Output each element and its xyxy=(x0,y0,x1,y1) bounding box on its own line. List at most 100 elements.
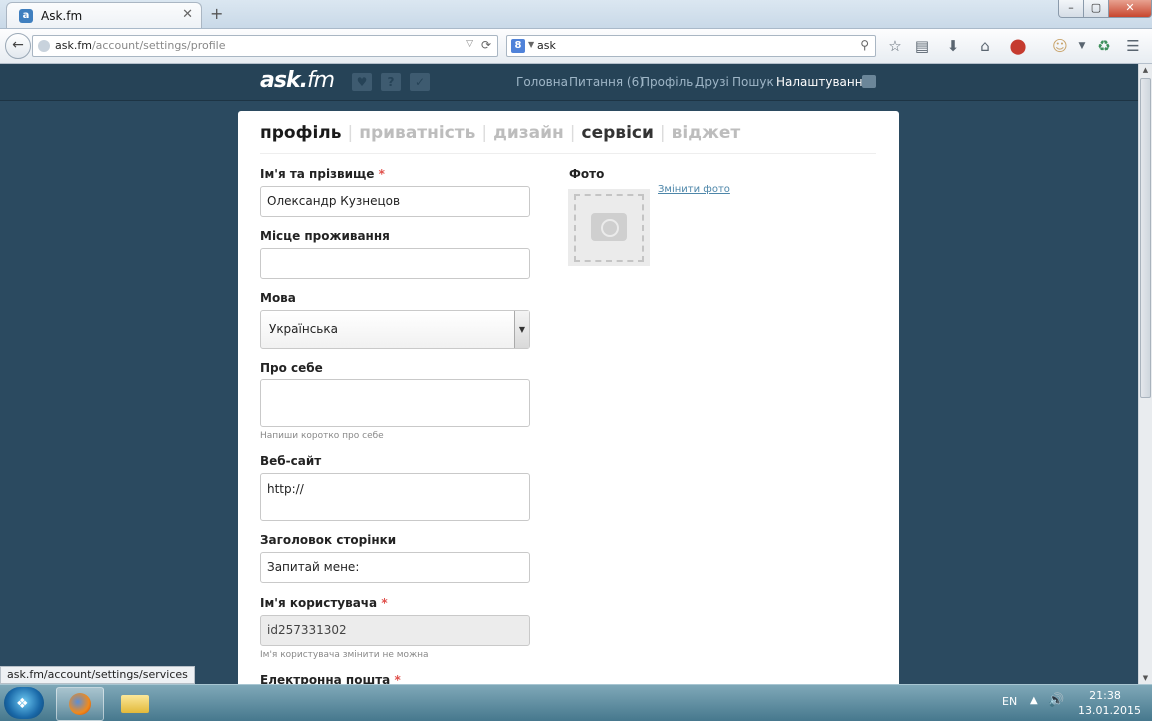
url-path: /account/settings/profile xyxy=(91,39,226,52)
change-photo-link[interactable]: Змінити фото xyxy=(658,184,730,195)
clock-date: 13.01.2015 xyxy=(1078,704,1141,717)
website-textarea[interactable]: http:// xyxy=(260,473,530,521)
nav-profile[interactable]: Профіль xyxy=(641,75,693,89)
url-host: ask.fm xyxy=(55,39,92,52)
tabs-divider xyxy=(260,153,876,154)
camera-lens xyxy=(601,219,619,237)
tray-expand-icon[interactable]: ▲ xyxy=(1030,695,1038,706)
search-input[interactable]: ask xyxy=(537,39,556,52)
download-icon[interactable]: ⬇ xyxy=(943,36,963,56)
back-icon[interactable]: ← xyxy=(5,33,31,59)
about-hint: Напиши коротко про себе xyxy=(260,431,384,441)
url-bar[interactable]: ask.fm/account/settings/profile ▽ ⟳ xyxy=(32,35,498,57)
search-engine-dropdown-icon[interactable]: ▼ xyxy=(528,40,534,49)
reading-list-icon[interactable]: ▤ xyxy=(912,36,932,56)
page-title-label: Заголовок сторінки xyxy=(260,533,397,547)
window-minimize-button[interactable]: – xyxy=(1058,0,1084,18)
tab-widget[interactable]: віджет xyxy=(672,123,741,143)
scroll-down-icon[interactable]: ▼ xyxy=(1140,674,1151,682)
windows-logo-icon: ❖ xyxy=(16,696,29,712)
url-text: ask.fm/account/settings/profile xyxy=(55,39,226,52)
tab-title: Ask.fm xyxy=(41,9,83,23)
site-header: ask.fm ♥ ? ✓ Головна Питання (6) Профіль… xyxy=(0,64,1138,101)
window-maximize-button[interactable]: ▢ xyxy=(1083,0,1109,18)
tray-clock[interactable]: 21:38 13.01.2015 xyxy=(1078,688,1141,718)
nav-home[interactable]: Головна xyxy=(516,75,568,89)
page-title-field[interactable]: Запитай мене: xyxy=(260,552,530,583)
adblock-icon[interactable]: ⬤ xyxy=(1008,36,1028,56)
reload-icon[interactable]: ⟳ xyxy=(481,38,491,52)
clock-time: 21:38 xyxy=(1089,689,1121,702)
tab-services[interactable]: сервіси xyxy=(582,123,654,143)
search-engine-icon[interactable]: 8 xyxy=(511,39,525,53)
about-label: Про себе xyxy=(260,361,323,375)
settings-tabs: профіль | приватність | дизайн | сервіси | відже… xyxy=(260,123,740,143)
globe-icon xyxy=(38,40,50,52)
website-label: Веб-сайт xyxy=(260,454,322,468)
scroll-thumb[interactable] xyxy=(1140,78,1151,398)
photo-label: Фото xyxy=(569,167,605,181)
browser-toolbar: ← ask.fm/account/settings/profile ▽ ⟳ 8 … xyxy=(0,29,1152,64)
tab-separator: | xyxy=(347,123,354,143)
sync-icon[interactable]: ♻ xyxy=(1094,36,1114,56)
avatar-placeholder xyxy=(574,194,644,262)
name-field[interactable]: Олександр Кузнецов xyxy=(260,186,530,217)
tab-separator: | xyxy=(659,123,666,143)
tab-profile[interactable]: профіль xyxy=(260,123,342,143)
url-dropdown-icon[interactable]: ▽ xyxy=(466,39,473,49)
location-label: Місце проживання xyxy=(260,229,390,243)
addon-dropdown-icon[interactable]: ▼ xyxy=(1072,36,1092,56)
tab-separator: | xyxy=(481,123,488,143)
web-page: ask.fm ♥ ? ✓ Головна Питання (6) Профіль… xyxy=(0,64,1138,684)
firefox-icon xyxy=(69,693,91,715)
chevron-down-icon[interactable]: ▼ xyxy=(514,311,529,348)
taskbar-explorer[interactable] xyxy=(112,687,158,719)
taskbar-firefox[interactable] xyxy=(56,687,104,721)
start-button[interactable]: ❖ xyxy=(4,687,44,719)
language-select[interactable]: Українська ▼ xyxy=(260,310,530,349)
avatar[interactable] xyxy=(568,189,650,266)
tab-close-icon[interactable]: ✕ xyxy=(182,7,193,22)
windows-taskbar: ❖ EN ▲ 🔊 21:38 13.01.2015 xyxy=(0,684,1152,721)
nav-questions[interactable]: Питання (6) xyxy=(569,75,644,89)
settings-card: профіль | приватність | дизайн | сервіси | відже… xyxy=(238,111,899,684)
camera-icon xyxy=(591,213,627,241)
tab-separator: | xyxy=(569,123,576,143)
scroll-up-icon[interactable]: ▲ xyxy=(1140,66,1151,74)
browser-tab-strip: a Ask.fm ✕ + – ▢ ✕ xyxy=(0,0,1152,29)
logout-icon[interactable] xyxy=(862,75,876,88)
username-label: Ім'я користувача * xyxy=(260,596,388,610)
username-field: id257331302 xyxy=(260,615,530,646)
nav-search[interactable]: Пошук xyxy=(732,75,774,89)
volume-icon[interactable]: 🔊 xyxy=(1048,693,1064,708)
folder-icon xyxy=(121,695,149,713)
questions-icon[interactable]: ? xyxy=(381,73,401,91)
nav-friends[interactable]: Друзі xyxy=(695,75,729,89)
new-tab-icon[interactable]: + xyxy=(210,4,223,23)
status-link-preview: ask.fm/account/settings/services xyxy=(0,666,195,684)
username-hint: Ім'я користувача змінити не можна xyxy=(260,650,429,660)
nav-settings[interactable]: Налаштування xyxy=(776,75,870,89)
askfm-favicon-icon: a xyxy=(19,9,33,23)
askfm-logo[interactable]: ask.fm xyxy=(260,68,335,93)
addon-icon[interactable]: ☺ xyxy=(1050,36,1070,56)
tab-privacy[interactable]: приватність xyxy=(359,123,475,143)
browser-tab[interactable]: a Ask.fm ✕ xyxy=(6,2,202,28)
email-label: Електронна пошта * xyxy=(260,673,401,684)
window-close-button[interactable]: ✕ xyxy=(1108,0,1152,18)
language-select-value: Українська xyxy=(269,322,338,336)
search-icon[interactable]: ⚲ xyxy=(860,38,869,52)
search-bar[interactable]: 8 ▼ ask ⚲ xyxy=(506,35,876,57)
keyboard-language[interactable]: EN xyxy=(1002,695,1017,708)
location-field[interactable] xyxy=(260,248,530,279)
menu-icon[interactable]: ☰ xyxy=(1123,36,1143,56)
name-label: Ім'я та прізвище * xyxy=(260,167,385,181)
bookmark-star-icon[interactable]: ☆ xyxy=(885,36,905,56)
likes-heart-icon[interactable]: ♥ xyxy=(352,73,372,91)
notifications-icon[interactable]: ✓ xyxy=(410,73,430,91)
home-icon[interactable]: ⌂ xyxy=(975,36,995,56)
tab-design[interactable]: дизайн xyxy=(493,123,564,143)
about-textarea[interactable] xyxy=(260,379,530,427)
page-scrollbar[interactable]: ▲ ▼ xyxy=(1138,64,1152,684)
language-label: Мова xyxy=(260,291,296,305)
